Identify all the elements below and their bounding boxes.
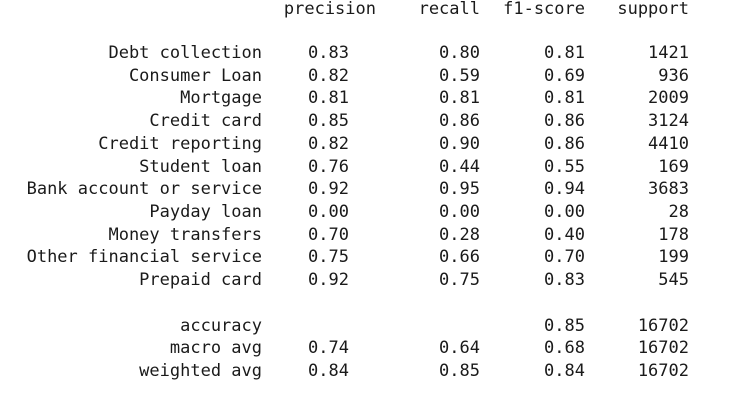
f1-value: 0.84 xyxy=(544,360,585,381)
class-row: Other financial service 0.75 0.66 0.70 1… xyxy=(0,246,734,268)
macro-avg-label: macro avg xyxy=(169,338,262,358)
precision-value: 0.84 xyxy=(308,360,349,381)
header-row: precision recall f1-score support xyxy=(0,0,734,20)
class-label: Mortgage xyxy=(180,88,262,109)
class-label: Money transfers xyxy=(108,224,262,245)
support-value: 3124 xyxy=(648,111,689,132)
recall-value: 0.59 xyxy=(439,65,480,86)
recall-value: 0.81 xyxy=(439,88,480,109)
precision-value: 0.75 xyxy=(308,247,349,268)
class-row: Prepaid card 0.92 0.75 0.83 545 xyxy=(0,269,734,291)
f1-value: 0.55 xyxy=(544,156,585,177)
support-value: 2009 xyxy=(648,88,689,109)
support-value: 4410 xyxy=(648,133,689,154)
f1-value: 0.68 xyxy=(544,338,585,358)
precision-value: 0.92 xyxy=(308,179,349,200)
class-label: Other financial service xyxy=(26,247,262,268)
accuracy-value: 0.85 xyxy=(544,315,585,336)
support-value: 545 xyxy=(658,270,689,290)
precision-value: 0.85 xyxy=(308,111,349,132)
class-row: Mortgage 0.81 0.81 0.81 2009 xyxy=(0,87,734,109)
support-value: 169 xyxy=(658,156,689,177)
recall-value: 0.86 xyxy=(439,111,480,132)
class-row: Bank account or service 0.92 0.95 0.94 3… xyxy=(0,178,734,200)
macro-avg-row: macro avg 0.74 0.64 0.68 16702 xyxy=(0,337,734,359)
f1-value: 0.86 xyxy=(544,133,585,154)
recall-value: 0.44 xyxy=(439,156,480,177)
class-label: Credit reporting xyxy=(98,133,262,154)
f1-value: 0.94 xyxy=(544,179,585,200)
class-row: Credit reporting 0.82 0.90 0.86 4410 xyxy=(0,133,734,155)
f1-value: 0.86 xyxy=(544,111,585,132)
precision-value: 0.74 xyxy=(308,338,349,358)
class-label: Debt collection xyxy=(108,43,262,63)
f1-value: 0.40 xyxy=(544,224,585,245)
weighted-avg-row: weighted avg 0.84 0.85 0.84 16702 xyxy=(0,360,734,382)
accuracy-row: accuracy 0.85 16702 xyxy=(0,315,734,337)
precision-value: 0.82 xyxy=(308,65,349,86)
header-support: support xyxy=(617,0,689,19)
precision-value: 0.70 xyxy=(308,224,349,245)
support-value: 178 xyxy=(658,224,689,245)
f1-value: 0.00 xyxy=(544,201,585,222)
recall-value: 0.75 xyxy=(439,270,480,290)
class-row: Payday loan 0.00 0.00 0.00 28 xyxy=(0,201,734,223)
f1-value: 0.69 xyxy=(544,65,585,86)
support-value: 16702 xyxy=(637,338,689,358)
support-value: 28 xyxy=(668,201,689,222)
class-label: Student loan xyxy=(139,156,262,177)
class-row: Money transfers 0.70 0.28 0.40 178 xyxy=(0,224,734,246)
recall-value: 0.28 xyxy=(439,224,480,245)
class-row: Credit card 0.85 0.86 0.86 3124 xyxy=(0,110,734,132)
support-value: 936 xyxy=(658,65,689,86)
f1-value: 0.81 xyxy=(544,43,585,63)
support-value: 16702 xyxy=(637,360,689,381)
accuracy-support: 16702 xyxy=(637,315,689,336)
weighted-avg-label: weighted avg xyxy=(139,360,262,381)
support-value: 1421 xyxy=(648,43,689,63)
support-value: 3683 xyxy=(648,179,689,200)
precision-value: 0.76 xyxy=(308,156,349,177)
f1-value: 0.70 xyxy=(544,247,585,268)
recall-value: 0.80 xyxy=(439,43,480,63)
class-label: Payday loan xyxy=(149,201,262,222)
class-row: Consumer Loan 0.82 0.59 0.69 936 xyxy=(0,65,734,87)
recall-value: 0.00 xyxy=(439,201,480,222)
recall-value: 0.95 xyxy=(439,179,480,200)
class-row: Student loan 0.76 0.44 0.55 169 xyxy=(0,156,734,178)
class-label: Consumer Loan xyxy=(128,65,262,86)
header-precision: precision xyxy=(283,0,376,19)
recall-value: 0.64 xyxy=(439,338,480,358)
precision-value: 0.81 xyxy=(308,88,349,109)
class-row: Debt collection 0.83 0.80 0.81 1421 xyxy=(0,42,734,64)
recall-value: 0.85 xyxy=(439,360,480,381)
precision-value: 0.92 xyxy=(308,270,349,290)
precision-value: 0.82 xyxy=(308,133,349,154)
accuracy-label: accuracy xyxy=(180,315,262,336)
header-recall: recall xyxy=(418,0,480,19)
classification-report: precision recall f1-score support Debt c… xyxy=(0,0,734,404)
header-f1-score: f1-score xyxy=(503,0,585,19)
f1-value: 0.83 xyxy=(544,270,585,290)
precision-value: 0.00 xyxy=(308,201,349,222)
f1-value: 0.81 xyxy=(544,88,585,109)
precision-value: 0.83 xyxy=(308,43,349,63)
support-value: 199 xyxy=(658,247,689,268)
class-label: Credit card xyxy=(149,111,262,132)
class-label: Prepaid card xyxy=(139,270,262,290)
recall-value: 0.66 xyxy=(439,247,480,268)
recall-value: 0.90 xyxy=(439,133,480,154)
class-label: Bank account or service xyxy=(26,179,262,200)
